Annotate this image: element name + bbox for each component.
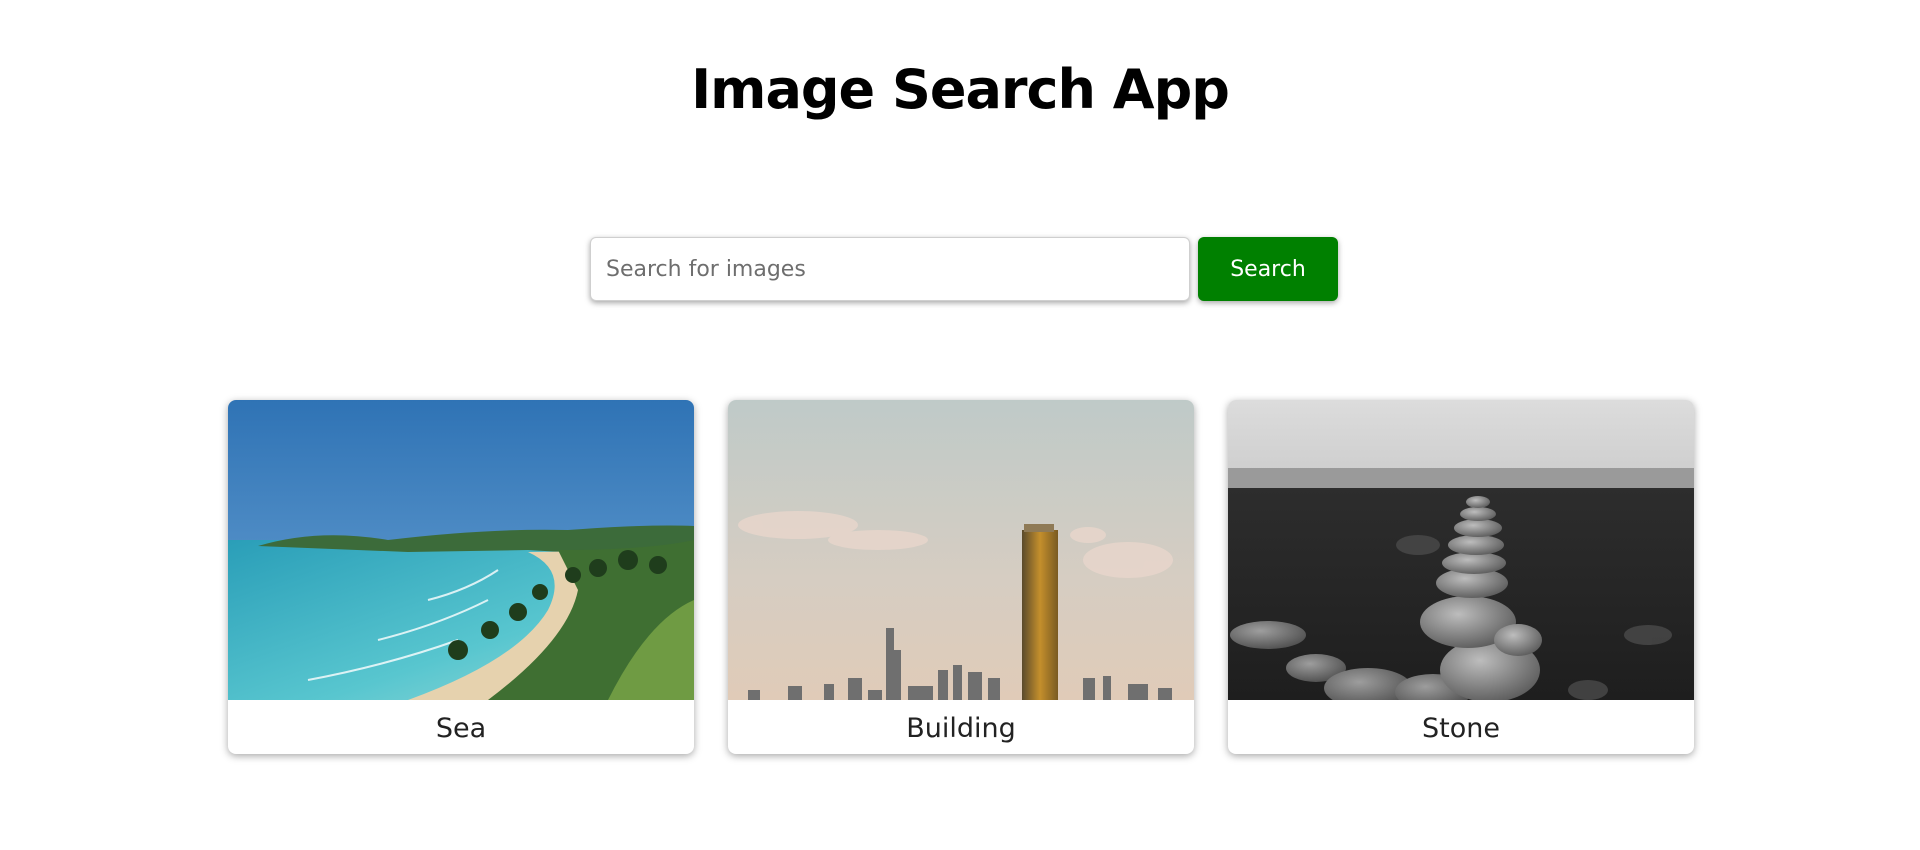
search-form: Search (590, 237, 1338, 303)
result-image[interactable] (1228, 400, 1694, 700)
result-image[interactable] (228, 400, 694, 700)
result-caption: Building (906, 713, 1016, 744)
result-caption: Sea (435, 713, 487, 744)
result-caption: Stone (1422, 713, 1500, 744)
result-card[interactable]: Stone (1228, 400, 1694, 754)
result-card[interactable]: Building (728, 400, 1194, 754)
search-button[interactable]: Search (1198, 237, 1338, 301)
page-title: Image Search App (691, 58, 1230, 121)
search-input[interactable] (590, 237, 1190, 301)
search-results: Sea Building Stone (228, 400, 1694, 756)
result-image[interactable] (728, 400, 1194, 700)
result-card[interactable]: Sea (228, 400, 694, 754)
